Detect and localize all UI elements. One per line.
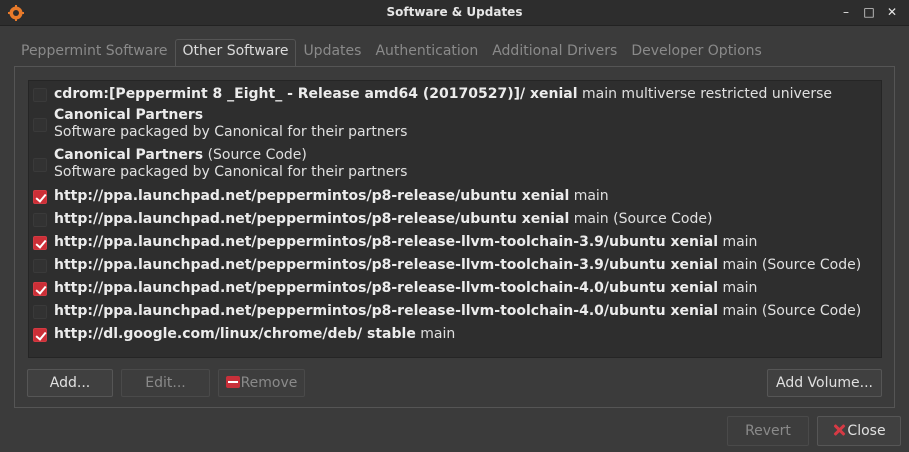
list-item[interactable]: cdrom:[Peppermint 8 _Eight_ - Release am… [29,85,881,105]
source-checkbox[interactable] [33,236,47,250]
list-item[interactable]: http://ppa.launchpad.net/peppermintos/p8… [29,279,881,299]
source-label: http://ppa.launchpad.net/peppermintos/p8… [54,234,758,250]
source-label: Canonical Partners [54,107,204,123]
remove-icon [225,376,240,388]
source-checkbox[interactable] [33,190,47,204]
tab-bar: Peppermint Software Other Software Updat… [14,39,769,67]
source-label: http://dl.google.com/linux/chrome/deb/ s… [54,326,456,342]
close-icon [832,423,846,437]
source-checkbox[interactable] [33,158,47,172]
source-label: http://ppa.launchpad.net/peppermintos/p8… [54,211,713,227]
title-bar: Software & Updates – □ ✕ [0,0,909,26]
source-label: http://ppa.launchpad.net/peppermintos/p8… [54,280,758,296]
source-description: Software packaged by Canonical for their… [54,164,408,180]
edit-button[interactable]: Edit... [121,369,210,397]
source-checkbox[interactable] [33,118,47,132]
close-window-button[interactable]: ✕ [884,4,900,20]
maximize-button[interactable]: □ [861,4,877,20]
other-software-panel: cdrom:[Peppermint 8 _Eight_ - Release am… [14,66,895,408]
add-volume-button[interactable]: Add Volume... [767,369,882,397]
source-checkbox[interactable] [33,88,47,102]
tab-developer-options[interactable]: Developer Options [624,39,768,67]
source-checkbox[interactable] [33,328,47,342]
window-title: Software & Updates [386,5,523,19]
tab-authentication[interactable]: Authentication [368,39,485,67]
list-item[interactable]: http://ppa.launchpad.net/peppermintos/p8… [29,302,881,322]
minimize-button[interactable]: – [838,4,854,20]
source-checkbox[interactable] [33,259,47,273]
source-checkbox[interactable] [33,213,47,227]
tab-peppermint-software[interactable]: Peppermint Software [14,39,175,67]
source-checkbox[interactable] [33,305,47,319]
list-item[interactable]: http://ppa.launchpad.net/peppermintos/p8… [29,210,881,230]
tab-updates[interactable]: Updates [296,39,368,67]
source-label: cdrom:[Peppermint 8 _Eight_ - Release am… [54,86,833,102]
list-item[interactable]: Canonical Partners Software packaged by … [29,107,881,145]
close-label: Close [847,423,886,439]
list-item[interactable]: http://ppa.launchpad.net/peppermintos/p8… [29,233,881,253]
source-label: http://ppa.launchpad.net/peppermintos/p8… [54,303,862,319]
tab-other-software[interactable]: Other Software [174,39,297,67]
list-item[interactable]: Canonical Partners (Source Code) Softwar… [29,147,881,185]
list-item[interactable]: http://ppa.launchpad.net/peppermintos/p8… [29,256,881,276]
revert-button[interactable]: Revert [727,416,809,446]
source-description: Software packaged by Canonical for their… [54,124,408,140]
source-label: http://ppa.launchpad.net/peppermintos/p8… [54,188,609,204]
add-button[interactable]: Add... [27,369,113,397]
sources-list[interactable]: cdrom:[Peppermint 8 _Eight_ - Release am… [28,80,882,358]
source-label: Canonical Partners (Source Code) [54,147,307,163]
tab-additional-drivers[interactable]: Additional Drivers [485,39,624,67]
list-item[interactable]: http://ppa.launchpad.net/peppermintos/p8… [29,187,881,207]
remove-label: Remove [240,375,298,391]
source-label: http://ppa.launchpad.net/peppermintos/p8… [54,257,862,273]
source-checkbox[interactable] [33,282,47,296]
close-button[interactable]: Close [817,416,901,446]
remove-button[interactable]: Remove [218,369,305,397]
list-item[interactable]: http://dl.google.com/linux/chrome/deb/ s… [29,325,881,345]
